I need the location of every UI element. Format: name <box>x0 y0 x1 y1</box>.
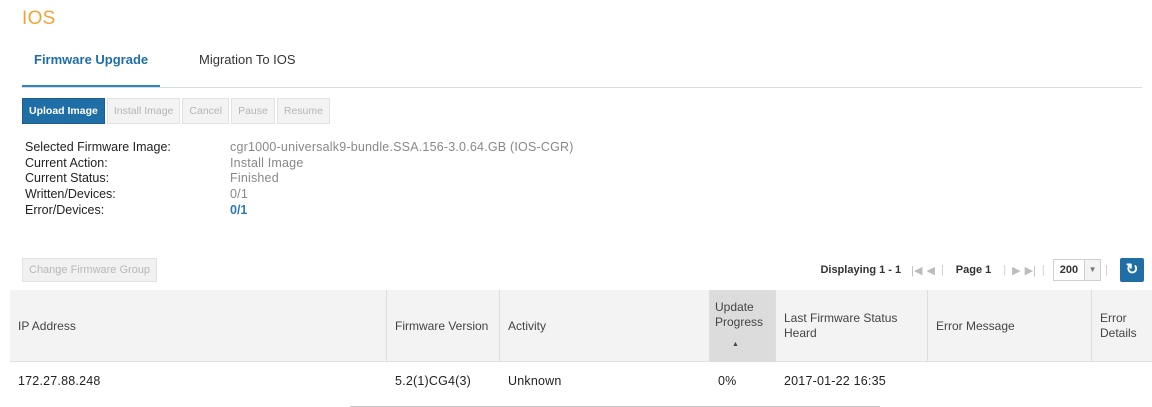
current-action-value: Install Image <box>230 155 304 170</box>
column-header-label: Update Progress <box>715 300 764 329</box>
column-header-label: Error Message <box>936 318 1015 333</box>
sort-ascending-icon: ▲ <box>732 341 739 348</box>
action-toolbar: Upload Image Install Image Cancel Pause … <box>22 98 330 124</box>
info-label: Error/Devices: <box>25 202 105 217</box>
info-label: Current Action: <box>25 155 108 170</box>
info-row-current-status: Current Status: Finished <box>25 171 574 187</box>
tab-migration-to-ios[interactable]: Migration To IOS <box>187 50 308 88</box>
dropdown-arrow-icon[interactable]: ▼ <box>1084 260 1101 280</box>
cell-error-message <box>928 362 1092 400</box>
column-header-label: Activity <box>508 318 547 333</box>
pager-separator: | <box>1105 264 1108 276</box>
info-row-error-devices: Error/Devices: 0/1 <box>25 203 574 219</box>
resume-button[interactable]: Resume <box>276 98 330 124</box>
info-label: Written/Devices: <box>25 187 116 202</box>
first-page-icon[interactable]: |◀ <box>911 264 922 277</box>
cancel-button[interactable]: Cancel <box>182 98 230 124</box>
current-status-value: Finished <box>230 171 279 186</box>
written-devices-value: 0/1 <box>230 187 248 202</box>
selected-firmware-image-value: cgr1000-universalk9-bundle.SSA.156-3.0.6… <box>230 140 574 154</box>
tab-divider <box>22 87 1142 88</box>
next-page-icon[interactable]: ▶ <box>1012 264 1020 277</box>
info-row-selected-image: Selected Firmware Image: cgr1000-universa… <box>25 140 574 156</box>
page-indicator: Page 1 <box>955 264 992 276</box>
install-image-button[interactable]: Install Image <box>106 98 181 124</box>
table-row[interactable]: 172.27.88.248 5.2(1)CG4(3) Unknown 0% 20… <box>10 362 1152 400</box>
column-header-update-progress[interactable]: Update Progress ▲ <box>710 290 776 362</box>
column-header-label: Error Details <box>1100 311 1137 340</box>
cell-firmware-version: 5.2(1)CG4(3) <box>395 374 472 388</box>
displaying-count: Displaying 1 - 1 <box>820 264 902 276</box>
last-page-icon[interactable]: ▶| <box>1025 264 1036 277</box>
prev-page-icon[interactable]: ◀ <box>926 264 934 277</box>
tab-firmware-upgrade[interactable]: Firmware Upgrade <box>22 50 161 88</box>
column-header-error-details[interactable]: Error Details <box>1092 290 1152 362</box>
column-header-last-firmware-status[interactable]: Last Firmware Status Heard <box>776 290 928 362</box>
info-label: Selected Firmware Image: <box>25 140 171 154</box>
pager-separator: | <box>1003 264 1007 276</box>
column-header-error-message[interactable]: Error Message <box>928 290 1092 362</box>
cell-activity: Unknown <box>508 374 562 388</box>
info-row-written-devices: Written/Devices: 0/1 <box>25 187 574 203</box>
column-header-label: IP Address <box>18 318 76 333</box>
cell-ip-address: 172.27.88.248 <box>18 374 101 388</box>
refresh-icon[interactable]: ↻ <box>1120 258 1144 282</box>
error-devices-link[interactable]: 0/1 <box>230 203 247 217</box>
table-header: IP Address Firmware Version Activity Upd… <box>10 290 1152 362</box>
page-title: IOS <box>22 8 56 29</box>
page-size-select[interactable]: 200 ▼ <box>1052 259 1102 281</box>
column-header-activity[interactable]: Activity <box>500 290 710 362</box>
column-header-label: Last Firmware Status Heard <box>784 311 898 340</box>
pager-separator: | <box>940 264 944 276</box>
pause-button[interactable]: Pause <box>231 98 275 124</box>
tab-bar: Firmware Upgrade Migration To IOS <box>22 50 1142 88</box>
firmware-devices-table: IP Address Firmware Version Activity Upd… <box>10 290 1152 407</box>
cell-error-details <box>1092 362 1152 400</box>
column-header-label: Firmware Version <box>395 318 489 333</box>
cell-update-progress: 0% <box>718 374 737 388</box>
column-header-firmware-version[interactable]: Firmware Version <box>387 290 500 362</box>
info-row-current-action: Current Action: Install Image <box>25 156 574 172</box>
cell-last-firmware-status: 2017-01-22 16:35 <box>784 374 886 388</box>
page-size-value: 200 <box>1059 264 1079 276</box>
change-firmware-group-button[interactable]: Change Firmware Group <box>22 258 158 282</box>
column-header-ip-address[interactable]: IP Address <box>10 290 387 362</box>
info-label: Current Status: <box>25 171 110 186</box>
pager-separator: | <box>1041 264 1045 276</box>
pagination-bar: Displaying 1 - 1 |◀ ◀ | Page 1 | ▶ ▶| | … <box>820 256 1144 284</box>
upgrade-info-panel: Selected Firmware Image: cgr1000-universa… <box>25 140 574 218</box>
upload-image-button[interactable]: Upload Image <box>22 98 105 124</box>
